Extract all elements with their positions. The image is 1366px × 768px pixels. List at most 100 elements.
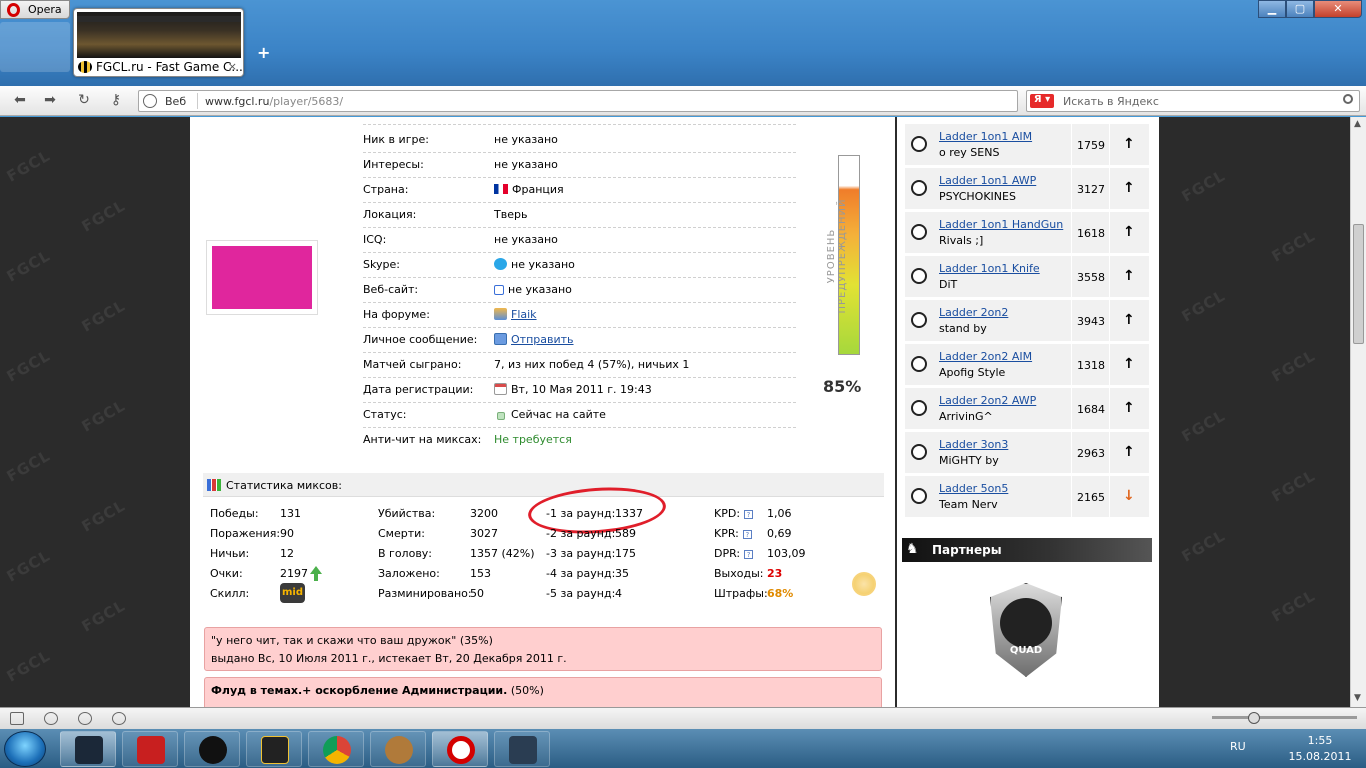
- globe-icon: [143, 94, 157, 108]
- panel-toggle-icon[interactable]: [10, 712, 24, 725]
- opera-menu-button[interactable]: Opera: [0, 0, 70, 19]
- search-placeholder: Искать в Яндекс: [1063, 95, 1159, 108]
- stat-label: Выходы:: [714, 567, 764, 580]
- minimize-button[interactable]: ▁: [1258, 0, 1286, 18]
- profile-row-country: Страна: Франция: [363, 178, 796, 203]
- address-url[interactable]: www.fgcl.ru/player/5683/: [205, 95, 343, 108]
- back-icon[interactable]: ⬅: [10, 92, 30, 110]
- forum-profile-link[interactable]: Flaik: [511, 308, 537, 321]
- maximize-button[interactable]: ▢: [1286, 0, 1314, 18]
- calendar-icon: [494, 383, 507, 395]
- search-field[interactable]: Я ▾ Искать в Яндекс: [1026, 90, 1360, 112]
- warning-level-label: УРОВЕНЬ ПРЕДУПРЕЖДЕНИЙ: [826, 198, 848, 314]
- language-indicator[interactable]: RU: [1230, 740, 1246, 753]
- address-bar[interactable]: Веб www.fgcl.ru/player/5683/: [138, 90, 1018, 112]
- share-icon[interactable]: [78, 712, 92, 725]
- stat-label: Победы:: [210, 507, 259, 520]
- taskbar-steam[interactable]: [60, 731, 116, 767]
- taskbar-garena[interactable]: [122, 731, 178, 767]
- close-window-button[interactable]: ✕: [1314, 0, 1362, 18]
- ladder-row: Ladder 1on1 AWP PSYCHOKINES 3127 ↑: [905, 168, 1149, 210]
- stat-value: 1337: [615, 507, 643, 520]
- scrollbar-thumb[interactable]: [1353, 224, 1364, 344]
- ladder-link[interactable]: Ladder 2on2 AIM: [939, 350, 1032, 363]
- cloud-icon[interactable]: [44, 712, 58, 725]
- avatar: [212, 246, 312, 309]
- scroll-down-icon[interactable]: ▼: [1354, 693, 1361, 703]
- stat-value: 103,09: [767, 547, 806, 560]
- ladder-link[interactable]: Ladder 2on2 AWP: [939, 394, 1036, 407]
- address-prefix: Веб: [165, 95, 187, 108]
- stat-value: 589: [615, 527, 636, 540]
- envelope-icon: [494, 333, 507, 345]
- opera-logo-icon: [7, 3, 20, 17]
- zoom-slider-knob[interactable]: [1248, 712, 1260, 724]
- tab-title: FGCL.ru - Fast Game C...: [96, 60, 243, 74]
- browser-statusbar: [0, 707, 1366, 729]
- scroll-up-icon[interactable]: ▲: [1354, 119, 1361, 129]
- trend-up-icon: ↑: [1123, 224, 1135, 240]
- trend-up-icon: ↑: [1123, 136, 1135, 152]
- background-tab[interactable]: [0, 22, 70, 72]
- speed-dial-icon[interactable]: [112, 712, 126, 725]
- stat-value: 35: [615, 567, 629, 580]
- ladder-link[interactable]: Ladder 1on1 HandGun: [939, 218, 1063, 231]
- ban-entry: Флуд в темах.+ оскорбление Администрации…: [204, 677, 882, 711]
- tab-thumbnail: [77, 12, 241, 58]
- yandex-icon[interactable]: Я ▾: [1030, 94, 1054, 108]
- stat-value: 175: [615, 547, 636, 560]
- zoom-slider-track[interactable]: [1212, 716, 1357, 719]
- ladder-link[interactable]: Ladder 2on2: [939, 306, 1008, 319]
- stat-label: Штрафы:: [714, 587, 768, 600]
- ladder-row: Ladder 5on5 Team Nerv 2165 ↓: [905, 476, 1149, 518]
- ladder-link[interactable]: Ladder 1on1 AWP: [939, 174, 1036, 187]
- ladder-row: Ladder 1on1 Knife DiT 3558 ↑: [905, 256, 1149, 298]
- trend-down-icon: ↓: [1123, 488, 1135, 504]
- stat-value: 1357 (42%): [470, 547, 535, 560]
- search-icon[interactable]: [1343, 94, 1353, 104]
- clock-time[interactable]: 1:55: [1300, 734, 1340, 747]
- skill-badge: mid: [280, 583, 305, 603]
- stat-value: 0,69: [767, 527, 792, 540]
- help-icon[interactable]: ?: [742, 530, 752, 539]
- trend-up-icon: ↑: [1123, 400, 1135, 416]
- counter-strike-app-icon: [509, 736, 537, 764]
- taskbar-opera[interactable]: [432, 731, 488, 767]
- teddy-bear-icon: [385, 736, 413, 764]
- counter-strike-icon: [911, 444, 927, 460]
- ladder-row: Ladder 2on2 stand by 3943 ↑: [905, 300, 1149, 342]
- taskbar-teddy[interactable]: [370, 731, 426, 767]
- ladder-link[interactable]: Ladder 1on1 AIM: [939, 130, 1032, 143]
- ladder-link[interactable]: Ladder 3on3: [939, 438, 1008, 451]
- help-icon[interactable]: ?: [744, 510, 754, 519]
- ladder-link[interactable]: Ladder 1on1 Knife: [939, 262, 1040, 275]
- counter-strike-icon: [911, 268, 927, 284]
- trend-up-icon: ↑: [1123, 180, 1135, 196]
- stat-value: 90: [280, 527, 294, 540]
- page-scrollbar[interactable]: ▲ ▼: [1350, 117, 1366, 707]
- tab-close-icon[interactable]: ×: [228, 60, 237, 73]
- clock-date[interactable]: 15.08.2011: [1285, 750, 1355, 763]
- help-icon[interactable]: ?: [744, 550, 754, 559]
- taskbar-headphones[interactable]: [184, 731, 240, 767]
- stat-label: -1 за раунд:: [546, 507, 616, 520]
- start-button[interactable]: [4, 731, 46, 767]
- stat-value: 12: [280, 547, 294, 560]
- stat-value: 1,06: [767, 507, 792, 520]
- ladder-link[interactable]: Ladder 5on5: [939, 482, 1008, 495]
- forward-icon[interactable]: ➡: [40, 92, 60, 110]
- active-tab[interactable]: FGCL.ru - Fast Game C... ×: [73, 8, 244, 77]
- stat-label: Скилл:: [210, 587, 250, 600]
- key-icon[interactable]: ⚷: [106, 92, 126, 110]
- ban-entry: "у него чит, так и скажи что ваш дружок"…: [204, 627, 882, 671]
- taskbar-chrome[interactable]: [308, 731, 364, 767]
- reload-icon[interactable]: ↻: [74, 92, 94, 110]
- new-tab-button[interactable]: +: [257, 43, 270, 62]
- stat-label: -5 за раунд:: [546, 587, 616, 600]
- trend-up-icon: ↑: [1123, 312, 1135, 328]
- taskbar-counter-strike[interactable]: [494, 731, 550, 767]
- send-message-link[interactable]: Отправить: [511, 333, 574, 346]
- trend-up-icon: ↑: [1123, 444, 1135, 460]
- taskbar-fgcl[interactable]: [246, 731, 302, 767]
- trend-up-icon: ↑: [1123, 356, 1135, 372]
